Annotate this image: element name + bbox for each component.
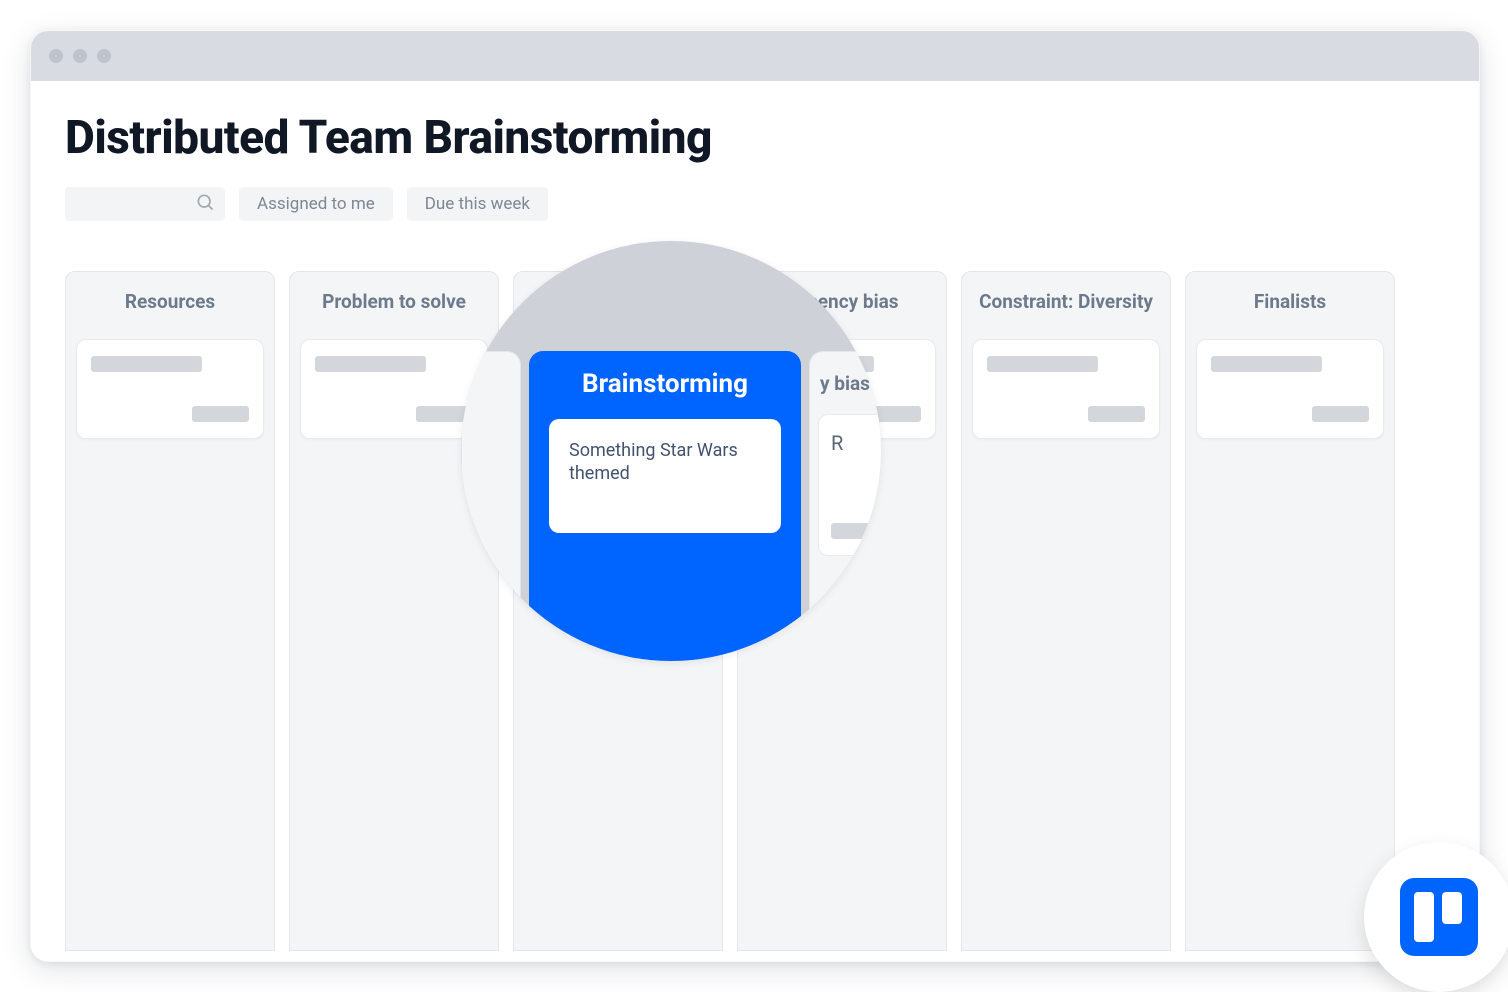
trello-logo-icon xyxy=(1400,878,1478,956)
traffic-light-minimize[interactable] xyxy=(73,49,87,63)
column-title: Problem to solve xyxy=(300,272,488,339)
app-logo-button[interactable] xyxy=(1364,842,1508,992)
board-filters: Assigned to me Due this week xyxy=(65,187,1445,221)
window-titlebar xyxy=(31,31,1479,81)
column-title: Finalists xyxy=(1196,272,1384,339)
column-resources[interactable]: Resources xyxy=(65,271,275,951)
placeholder-line xyxy=(315,356,426,372)
callout-card[interactable]: Something Star Wars themed xyxy=(549,419,781,533)
callout-card-text: Something Star Wars themed xyxy=(569,439,761,486)
placeholder-line xyxy=(1312,406,1369,422)
app-window: Distributed Team Brainstorming Assigned … xyxy=(30,30,1480,962)
column-title: Resources xyxy=(76,272,264,339)
placeholder-line xyxy=(987,356,1098,372)
callout-right-card-text-fragment: R xyxy=(831,431,881,455)
traffic-light-zoom[interactable] xyxy=(97,49,111,63)
magnified-callout: Brainstorming Something Star Wars themed… xyxy=(461,241,881,661)
card-placeholder[interactable] xyxy=(972,339,1160,439)
filter-assigned-to-me[interactable]: Assigned to me xyxy=(239,187,393,221)
window-traffic-lights xyxy=(49,49,111,63)
placeholder-line xyxy=(91,356,202,372)
callout-main-column: Brainstorming Something Star Wars themed xyxy=(529,351,801,661)
search-icon xyxy=(195,192,215,216)
column-finalists[interactable]: Finalists xyxy=(1185,271,1395,951)
callout-column-title: Brainstorming xyxy=(549,369,781,399)
placeholder-line xyxy=(831,523,873,539)
callout-right-column-peek: y bias R xyxy=(809,351,881,661)
filter-due-this-week[interactable]: Due this week xyxy=(407,187,548,221)
traffic-light-close[interactable] xyxy=(49,49,63,63)
callout-right-title-fragment: y bias xyxy=(820,372,870,395)
placeholder-line xyxy=(1088,406,1145,422)
card-placeholder[interactable] xyxy=(300,339,488,439)
callout-left-column-peek xyxy=(461,351,521,661)
card-placeholder[interactable] xyxy=(76,339,264,439)
column-constraint-diversity[interactable]: Constraint: Diversity xyxy=(961,271,1171,951)
callout-right-card-peek: R xyxy=(818,414,881,556)
placeholder-line xyxy=(192,406,249,422)
search-input[interactable] xyxy=(65,187,225,221)
board-title: Distributed Team Brainstorming xyxy=(65,111,1445,165)
card-placeholder[interactable] xyxy=(1196,339,1384,439)
placeholder-line xyxy=(1211,356,1322,372)
column-title: Constraint: Diversity xyxy=(972,272,1160,339)
